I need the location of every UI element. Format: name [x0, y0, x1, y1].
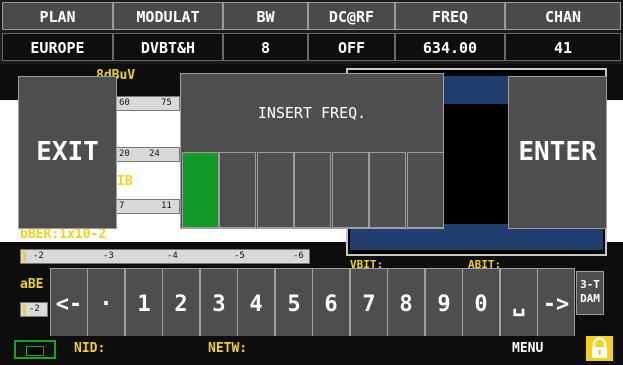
- lock-icon[interactable]: [586, 336, 613, 361]
- exit-button[interactable]: EXIT: [18, 76, 117, 229]
- enter-button[interactable]: ENTER: [508, 76, 607, 229]
- freq-digit-cell[interactable]: [257, 152, 294, 228]
- insert-freq-title: INSERT FREQ.: [257, 104, 367, 122]
- ber-label: bBER:1x10-2: [20, 227, 107, 242]
- abe-label: aBE: [20, 277, 44, 292]
- abe-scale: -2: [20, 302, 48, 317]
- freq-digit-cell[interactable]: [219, 152, 256, 228]
- insert-freq-dialog: INSERT FREQ.: [180, 73, 444, 229]
- cbe-scale-tick: 11: [161, 201, 172, 211]
- header-label-modulation[interactable]: MODULAT: [113, 2, 223, 30]
- header-bar: PLAN MODULAT BW DC@RF FREQ CHAN EUROPE D…: [0, 0, 623, 64]
- mer-scale-tick: 24: [149, 149, 160, 159]
- abe-scale-marker: [23, 304, 26, 315]
- header-value-chan[interactable]: 41: [505, 33, 621, 61]
- freq-digit-cell-active[interactable]: [182, 152, 219, 228]
- freq-digit-cell[interactable]: [332, 152, 369, 228]
- header-label-bw[interactable]: BW: [223, 2, 308, 30]
- key-space[interactable]: ␣: [500, 268, 538, 339]
- key-4[interactable]: 4: [237, 268, 275, 339]
- header-value-bw[interactable]: 8: [223, 33, 308, 61]
- key-8[interactable]: 8: [387, 268, 425, 339]
- key-forward[interactable]: ->: [537, 268, 575, 339]
- ber-scale: -2 -3 -4 -5 -6: [20, 249, 310, 264]
- header-label-freq[interactable]: FREQ: [395, 2, 505, 30]
- key-5[interactable]: 5: [275, 268, 313, 339]
- key-1[interactable]: 1: [125, 268, 163, 339]
- freq-digit-cell[interactable]: [407, 152, 444, 228]
- header-label-dcrf[interactable]: DC@RF: [308, 2, 395, 30]
- mer-label: IB: [117, 174, 133, 189]
- battery-plug-icon: [26, 346, 44, 356]
- key-9[interactable]: 9: [425, 268, 463, 339]
- header-label-chan[interactable]: CHAN: [505, 2, 621, 30]
- ber-scale-tick: -2: [33, 251, 44, 261]
- ber-scale-tick: -5: [234, 251, 245, 261]
- freq-digit-cells: [182, 152, 444, 228]
- header-label-plan[interactable]: PLAN: [2, 2, 113, 30]
- header-value-plan[interactable]: EUROPE: [2, 33, 113, 61]
- battery-icon: [14, 340, 56, 359]
- abe-scale-tick: -2: [29, 304, 40, 314]
- dvbt-mode-sublabel: DAM: [580, 292, 600, 305]
- key-7[interactable]: 7: [350, 268, 388, 339]
- ber-scale-tick: -4: [167, 251, 178, 261]
- header-value-modulation[interactable]: DVBT&H: [113, 33, 223, 61]
- ber-scale-tick: -3: [103, 251, 114, 261]
- key-6[interactable]: 6: [312, 268, 350, 339]
- mer-scale-tick: 20: [119, 149, 130, 159]
- cbe-scale-tick: 7: [119, 201, 125, 211]
- ber-scale-marker: [23, 251, 26, 262]
- netw-label: NETW:: [208, 341, 248, 356]
- key-decimal-point[interactable]: ·: [87, 268, 125, 339]
- dvbt-mode-button[interactable]: 3-T DAM: [576, 271, 604, 315]
- key-backspace[interactable]: <-: [50, 268, 88, 339]
- header-value-dcrf[interactable]: OFF: [308, 33, 395, 61]
- nid-label: NID:: [74, 341, 106, 356]
- freq-digit-cell[interactable]: [294, 152, 331, 228]
- dvbt-mode-label: 3-T: [580, 278, 600, 291]
- ber-scale-tick: -6: [293, 251, 304, 261]
- menu-button[interactable]: MENU: [512, 341, 543, 356]
- freq-digit-cell[interactable]: [369, 152, 406, 228]
- power-scale-tick: 60: [119, 98, 130, 108]
- header-value-freq[interactable]: 634.00: [395, 33, 505, 61]
- instrument-screen: PLAN MODULAT BW DC@RF FREQ CHAN EUROPE D…: [0, 0, 623, 365]
- key-3[interactable]: 3: [200, 268, 238, 339]
- power-scale-tick: 75: [161, 98, 172, 108]
- key-2[interactable]: 2: [162, 268, 200, 339]
- key-0[interactable]: 0: [462, 268, 500, 339]
